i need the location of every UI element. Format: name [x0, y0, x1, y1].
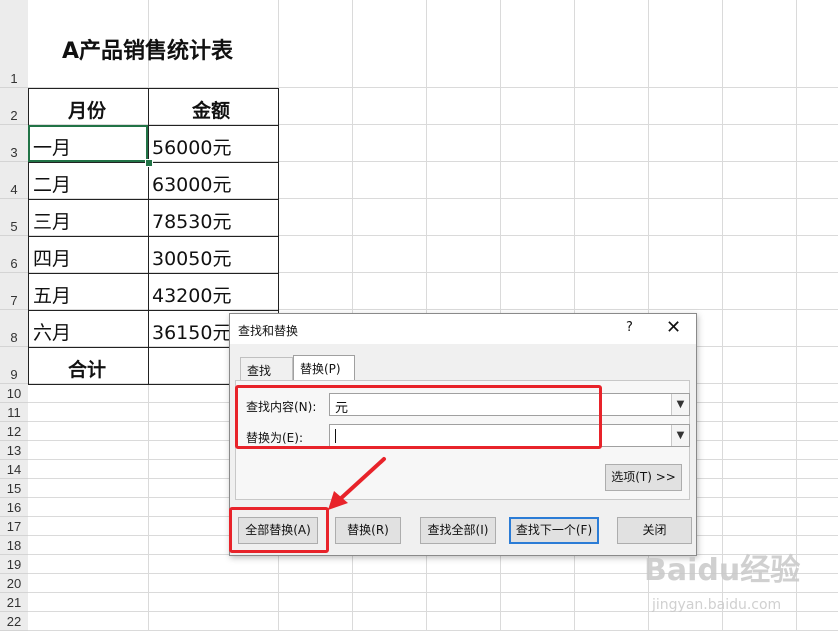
- row-header[interactable]: 13: [0, 441, 28, 460]
- row-gridline: [28, 592, 838, 593]
- tab-find[interactable]: 查找(D): [240, 357, 293, 393]
- row-header[interactable]: 19: [0, 555, 28, 574]
- month-cell[interactable]: 四月: [33, 244, 71, 271]
- table-border: [28, 236, 279, 237]
- total-label-cell[interactable]: 合计: [68, 355, 106, 382]
- row-header[interactable]: 2: [0, 88, 28, 125]
- row-header[interactable]: 16: [0, 498, 28, 517]
- table-border: [28, 273, 279, 274]
- row-header[interactable]: 17: [0, 517, 28, 536]
- row-header[interactable]: 22: [0, 612, 28, 631]
- row-header[interactable]: 4: [0, 162, 28, 199]
- amount-cell[interactable]: 78530元: [152, 207, 231, 234]
- table-border: [148, 88, 149, 385]
- amount-cell[interactable]: 43200元: [152, 281, 231, 308]
- header-cell-amount[interactable]: 金额: [192, 96, 230, 123]
- amount-cell[interactable]: 63000元: [152, 170, 231, 197]
- close-icon[interactable]: ✕: [666, 317, 681, 338]
- row-header[interactable]: 8: [0, 310, 28, 347]
- amount-cell[interactable]: 30050元: [152, 244, 231, 271]
- row-header[interactable]: 18: [0, 536, 28, 555]
- annotation-replace-all-highlight: [229, 507, 329, 553]
- replace-button[interactable]: 替换(R): [335, 517, 401, 544]
- find-all-button[interactable]: 查找全部(I): [420, 517, 496, 544]
- amount-cell[interactable]: 36150元: [152, 318, 231, 345]
- month-cell[interactable]: 六月: [33, 318, 71, 345]
- table-border: [28, 199, 279, 200]
- dialog-titlebar[interactable]: 查找和替换 ? ✕: [230, 314, 696, 344]
- annotation-arrow: [328, 457, 386, 510]
- sheet-title: A产品销售统计表: [62, 39, 234, 64]
- row-header[interactable]: 1: [0, 0, 28, 88]
- month-cell[interactable]: 二月: [33, 170, 71, 197]
- row-header[interactable]: 20: [0, 574, 28, 593]
- row-header[interactable]: 9: [0, 347, 28, 384]
- row-header[interactable]: 14: [0, 460, 28, 479]
- chevron-down-icon[interactable]: ▼: [671, 394, 689, 415]
- row-header[interactable]: 5: [0, 199, 28, 236]
- chevron-down-icon[interactable]: ▼: [671, 425, 689, 446]
- row-header[interactable]: 3: [0, 125, 28, 162]
- tab-replace[interactable]: 替换(P): [293, 355, 355, 381]
- row-header[interactable]: 10: [0, 384, 28, 403]
- column-gridline: [722, 0, 723, 631]
- month-cell[interactable]: 三月: [33, 207, 71, 234]
- row-header[interactable]: 7: [0, 273, 28, 310]
- row-header[interactable]: 6: [0, 236, 28, 273]
- dialog-title: 查找和替换: [238, 324, 299, 338]
- column-gridline: [796, 0, 797, 631]
- fill-handle[interactable]: [145, 159, 153, 167]
- watermark-logo: Baidu经验: [644, 553, 801, 588]
- row-header[interactable]: 21: [0, 593, 28, 612]
- amount-cell[interactable]: 56000元: [152, 133, 231, 160]
- month-cell[interactable]: 五月: [33, 281, 71, 308]
- active-cell-selection[interactable]: [28, 125, 148, 162]
- options-button[interactable]: 选项(T) >>: [605, 464, 682, 491]
- find-next-button[interactable]: 查找下一个(F): [509, 517, 599, 544]
- row-header[interactable]: 15: [0, 479, 28, 498]
- close-button[interactable]: 关闭: [617, 517, 692, 544]
- row-header[interactable]: 12: [0, 422, 28, 441]
- table-border: [28, 310, 279, 311]
- header-cell-month[interactable]: 月份: [68, 96, 106, 123]
- help-icon[interactable]: ?: [626, 320, 633, 335]
- table-border: [28, 88, 279, 89]
- annotation-fields-highlight: [235, 385, 602, 449]
- table-border: [28, 162, 279, 163]
- row-header[interactable]: 11: [0, 403, 28, 422]
- watermark-url: jingyan.baidu.com: [652, 597, 782, 613]
